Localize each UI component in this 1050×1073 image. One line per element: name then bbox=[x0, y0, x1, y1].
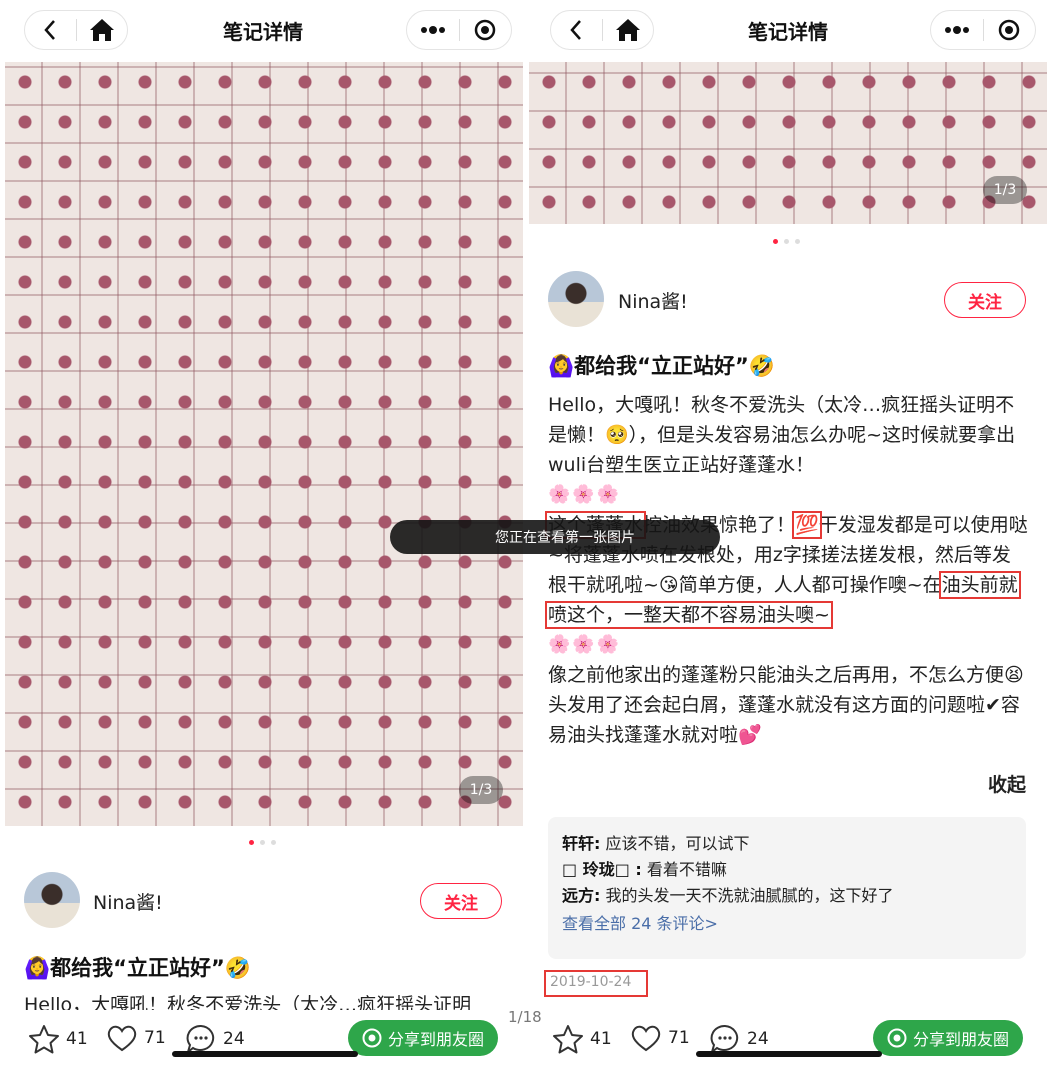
pager-dot bbox=[249, 840, 254, 845]
collect-count: 41 bbox=[66, 1029, 88, 1049]
home-indicator bbox=[696, 1051, 882, 1057]
like-count: 71 bbox=[144, 1028, 166, 1048]
author-name[interactable]: Nina酱! bbox=[93, 888, 163, 915]
note-photo[interactable]: 1/3 bbox=[5, 62, 523, 826]
like-button[interactable]: 71 bbox=[106, 1024, 166, 1052]
hundred-emoji: 💯 bbox=[792, 511, 822, 539]
close-miniprogram-button[interactable] bbox=[460, 11, 512, 49]
comment-item: 轩轩: 应该不错，可以试下 bbox=[562, 831, 1012, 857]
pager-dot bbox=[773, 239, 778, 244]
photo-counter: 1/3 bbox=[983, 176, 1027, 204]
star-icon bbox=[29, 1025, 59, 1054]
page-counter: 1/18 bbox=[508, 1008, 542, 1026]
comment-icon bbox=[710, 1024, 739, 1054]
note-title: 🙆‍♀️都给我“立正站好”🤣 bbox=[548, 354, 775, 378]
share-label: 分享到朋友圈 bbox=[388, 1030, 485, 1049]
author-name[interactable]: Nina酱! bbox=[618, 287, 688, 314]
comment-text: 看着不错嘛 bbox=[646, 860, 727, 879]
pager-dot bbox=[784, 239, 789, 244]
body-paragraph: 像之前他家出的蓬蓬粉只能油头之后再用，不怎么方便😫头发用了还会起白屑，蓬蓬水就没… bbox=[548, 664, 1024, 746]
more-button[interactable] bbox=[407, 11, 459, 49]
bottom-action-bar: 41 71 24 分享到朋友圈 bbox=[526, 1010, 1050, 1073]
shutter-icon bbox=[362, 1028, 382, 1048]
comment-icon bbox=[186, 1024, 215, 1054]
follow-button[interactable]: 关注 bbox=[944, 282, 1026, 318]
photo-counter: 1/3 bbox=[459, 776, 503, 804]
avatar[interactable] bbox=[548, 271, 604, 327]
star-icon bbox=[553, 1025, 583, 1054]
bottom-action-bar: 41 71 24 分享到朋友圈 bbox=[0, 1010, 526, 1073]
share-moments-button[interactable]: 分享到朋友圈 bbox=[873, 1020, 1024, 1056]
collapse-button[interactable]: 收起 bbox=[988, 770, 1026, 797]
note-body: Hello，大嘎吼！秋冬不爱洗头（太冷…疯狂摇头证明不是懒！🥺），但是头发容易油… bbox=[544, 390, 1028, 750]
comment-user: □ 玲珑□ : bbox=[562, 860, 642, 879]
share-moments-button[interactable]: 分享到朋友圈 bbox=[348, 1020, 499, 1056]
comment-button[interactable]: 24 bbox=[709, 1024, 769, 1054]
more-button[interactable] bbox=[931, 11, 983, 49]
toast-message: 您正在查看第一张图片 bbox=[390, 520, 720, 554]
more-icon bbox=[420, 26, 445, 34]
comment-text: 我的头发一天不洗就油腻腻的，这下好了 bbox=[605, 886, 894, 905]
comment-item: □ 玲珑□ : 看着不错嘛 bbox=[562, 857, 1012, 883]
pager-dot bbox=[795, 239, 800, 244]
post-date: 2019-10-24 bbox=[544, 970, 648, 997]
comment-count: 24 bbox=[747, 1029, 769, 1049]
nav-bar: 笔记详情 bbox=[0, 0, 526, 62]
more-icon bbox=[944, 26, 969, 34]
target-icon bbox=[475, 19, 496, 41]
follow-button[interactable]: 关注 bbox=[420, 883, 502, 919]
shutter-icon bbox=[887, 1028, 907, 1048]
comment-count: 24 bbox=[223, 1029, 245, 1049]
nav-bar: 笔记详情 bbox=[526, 0, 1050, 62]
comment-button[interactable]: 24 bbox=[185, 1024, 245, 1054]
close-miniprogram-button[interactable] bbox=[984, 11, 1036, 49]
nav-capsule-right bbox=[930, 10, 1036, 50]
comment-preview-box[interactable]: 轩轩: 应该不错，可以试下 □ 玲珑□ : 看着不错嘛 远方: 我的头发一天不洗… bbox=[548, 817, 1026, 959]
avatar[interactable] bbox=[24, 872, 80, 928]
comment-text: 应该不错，可以试下 bbox=[605, 834, 750, 853]
flower-emoji-row: 🌸🌸🌸 bbox=[548, 634, 622, 655]
share-label: 分享到朋友圈 bbox=[913, 1030, 1010, 1049]
pager-dot bbox=[271, 840, 276, 845]
note-photo[interactable]: 1/3 bbox=[529, 62, 1047, 224]
heart-icon bbox=[107, 1025, 137, 1052]
pager-dot bbox=[260, 840, 265, 845]
comment-user: 轩轩: bbox=[562, 834, 601, 853]
heart-icon bbox=[631, 1025, 661, 1052]
target-icon bbox=[999, 19, 1020, 41]
comment-item: 远方: 我的头发一天不洗就油腻腻的，这下好了 bbox=[562, 883, 1012, 909]
flower-emoji-row: 🌸🌸🌸 bbox=[548, 484, 622, 505]
photo-pager-dots bbox=[773, 239, 800, 244]
home-indicator bbox=[172, 1051, 358, 1057]
like-button[interactable]: 71 bbox=[630, 1024, 690, 1052]
like-count: 71 bbox=[668, 1028, 690, 1048]
collect-button[interactable]: 41 bbox=[552, 1024, 612, 1054]
photo-pager-dots bbox=[249, 840, 276, 845]
view-all-comments-link[interactable]: 查看全部 24 条评论> bbox=[562, 911, 1012, 937]
nav-capsule-right bbox=[406, 10, 512, 50]
body-paragraph: Hello，大嘎吼！秋冬不爱洗头（太冷…疯狂摇头证明不是懒！🥺），但是头发容易油… bbox=[548, 394, 1016, 476]
collect-button[interactable]: 41 bbox=[28, 1024, 88, 1054]
collect-count: 41 bbox=[590, 1029, 612, 1049]
note-title: 🙆‍♀️都给我“立正站好”🤣 bbox=[24, 956, 251, 980]
comment-user: 远方: bbox=[562, 886, 601, 905]
